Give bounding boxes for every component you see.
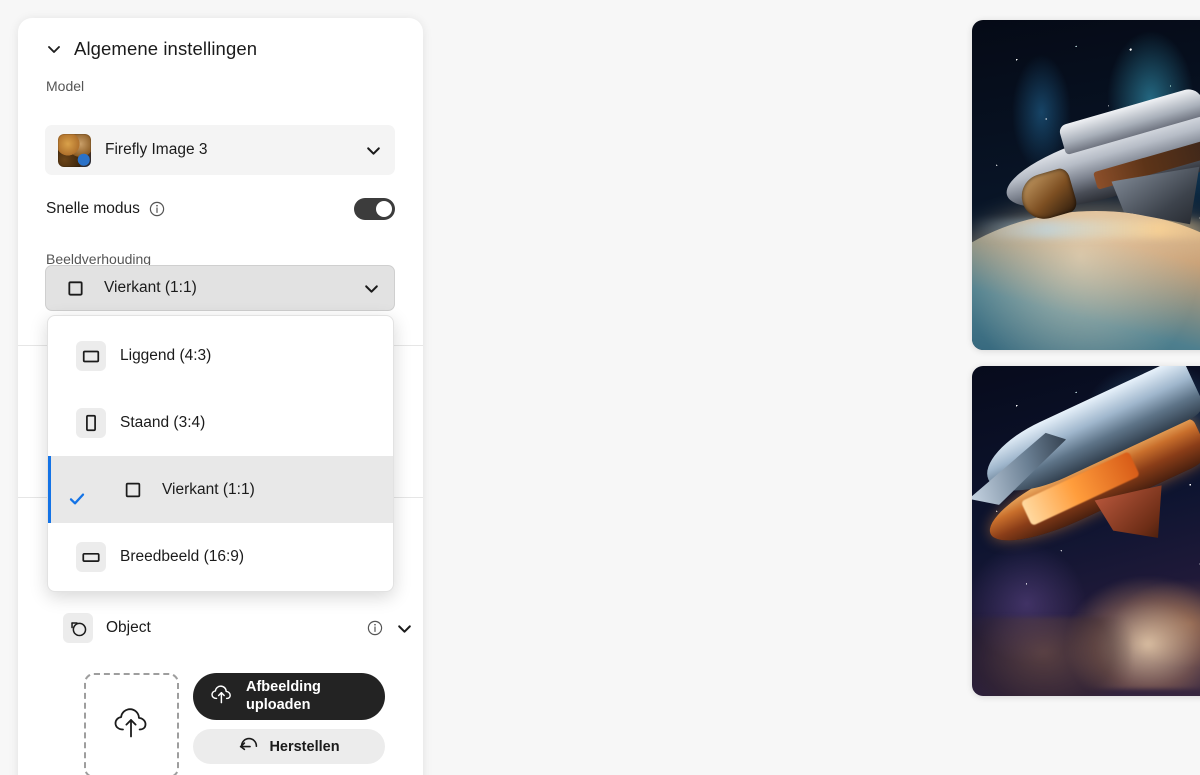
info-icon[interactable] <box>140 201 165 217</box>
aspect-ratio-combobox[interactable]: Vierkant (1:1) <box>45 265 395 311</box>
upload-label-line1: Afbeelding <box>246 679 321 695</box>
cloud-upload-icon <box>209 683 235 711</box>
dropdown-option-label: Staand (3:4) <box>120 413 206 431</box>
fast-mode-row: Snelle modus <box>46 198 395 220</box>
square-icon <box>118 475 148 505</box>
aspect-ratio-value: Vierkant (1:1) <box>104 279 197 296</box>
dropdown-option-label: Breedbeeld (16:9) <box>120 547 245 565</box>
object-row[interactable]: Object <box>63 606 413 650</box>
upload-area: Afbeelding uploaden Herstellen <box>84 673 385 775</box>
aspect-ratio-dropdown: Liggend (4:3) Staand (3:4) Vierkant (1:1… <box>47 315 394 592</box>
widescreen-rect-icon <box>76 541 106 572</box>
dropdown-option-label: Vierkant (1:1) <box>162 480 255 498</box>
dropdown-option-portrait[interactable]: Staand (3:4) <box>48 389 393 456</box>
model-label: Model <box>46 78 85 94</box>
fast-mode-label: Snelle modus <box>46 200 140 217</box>
upload-dropzone[interactable] <box>84 673 179 775</box>
page-title: Algemene instellingen <box>74 38 258 59</box>
square-icon <box>60 273 90 303</box>
app-root: Algemene instellingen Model Firefly Imag… <box>0 0 1200 775</box>
general-settings-header[interactable]: Algemene instellingen <box>46 38 257 60</box>
leopard-thumbnail <box>58 133 91 167</box>
dropdown-option-widescreen[interactable]: Breedbeeld (16:9) <box>48 523 393 590</box>
upload-image-button[interactable]: Afbeelding uploaden <box>193 673 385 721</box>
result-image-1[interactable] <box>972 20 1200 350</box>
restore-button[interactable]: Herstellen <box>193 729 385 765</box>
info-icon[interactable] <box>367 620 383 636</box>
portrait-rect-icon <box>76 407 106 438</box>
rock-layer <box>972 616 1131 696</box>
object-circle-icon <box>63 613 93 643</box>
upload-button-group: Afbeelding uploaden Herstellen <box>193 673 385 765</box>
dropdown-option-square[interactable]: Vierkant (1:1) <box>48 456 393 523</box>
fast-mode-toggle[interactable] <box>354 198 395 220</box>
toggle-knob <box>376 201 392 217</box>
cloud-upload-icon <box>111 704 153 747</box>
undo-arc-icon <box>238 735 260 758</box>
model-value: Firefly Image 3 <box>105 141 208 158</box>
model-select[interactable]: Firefly Image 3 <box>45 125 395 175</box>
dropdown-option-landscape[interactable]: Liggend (4:3) <box>48 322 393 389</box>
chevron-down-icon <box>365 142 382 159</box>
object-label: Object <box>106 619 151 636</box>
result-image-2[interactable] <box>972 366 1200 696</box>
dropdown-option-label: Liggend (4:3) <box>120 346 212 364</box>
restore-button-label: Herstellen <box>269 738 340 755</box>
upload-image-button-label: Afbeelding uploaden <box>246 679 321 714</box>
upload-label-line2: uploaden <box>246 696 311 713</box>
chevron-down-icon <box>363 280 380 297</box>
chevron-down-icon <box>46 41 62 57</box>
chevron-down-icon[interactable] <box>396 620 413 637</box>
landscape-rect-icon <box>76 340 106 371</box>
